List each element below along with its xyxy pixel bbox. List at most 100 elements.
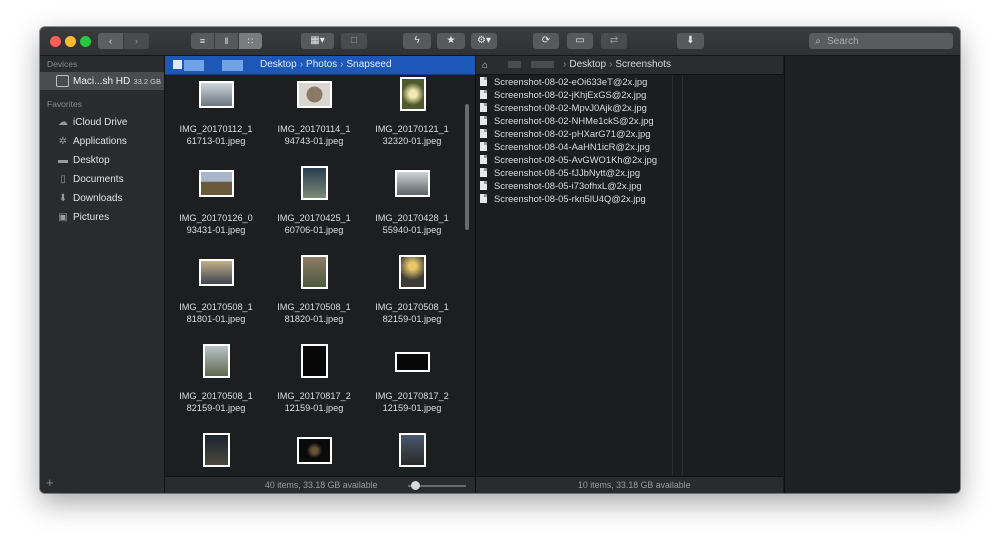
- favorite-star-icon: ★: [446, 35, 456, 46]
- file-name: IMG_20170817_2 12159-01.jpeg: [375, 391, 449, 413]
- breadcrumb-item[interactable]: Desktop: [569, 59, 606, 70]
- sidebar-item-documents[interactable]: ▯ Documents: [56, 171, 124, 187]
- list-item[interactable]: Screenshot-08-02-MpvJ0Ajk@2x.jpg: [480, 101, 647, 114]
- column-divider[interactable]: [682, 75, 683, 475]
- sidebar-item-desktop[interactable]: ▬ Desktop: [56, 152, 110, 168]
- file-item[interactable]: IMG_20170121_1 32320-01.jpeg: [363, 75, 461, 164]
- status-text: 40 items, 33.18 GB available: [265, 480, 378, 490]
- file-name: Screenshot-08-02-pHXarG71@2x.jpg: [494, 128, 651, 139]
- search-field[interactable]: ⌕: [809, 33, 953, 49]
- favorite-button[interactable]: ★: [437, 33, 465, 49]
- right-pane: ⌂ › Desktop › Screenshots Screenshot-08-02-…: [476, 56, 783, 493]
- quick-action-icon: ϟ: [414, 35, 420, 46]
- file-item[interactable]: [167, 431, 265, 476]
- file-item[interactable]: IMG_20170817_2 12159-01.jpeg: [265, 342, 363, 431]
- finder-window: ‹ › ≡ ‖ ∷ ▦▾ □ ϟ ★ ⚙▾ ⟳ ▭ ⇄ ⬇ ⌕ Devices …: [40, 27, 960, 493]
- chevron-right-icon: ›: [135, 36, 138, 46]
- document-icon: ▯: [60, 173, 66, 185]
- left-pane: Desktop › Photos › Snapseed IMG_20170112_1 61…: [165, 56, 475, 493]
- file-item[interactable]: IMG_20170126_0 93431-01.jpeg: [167, 164, 265, 253]
- sidebar-item-downloads[interactable]: ⬇ Downloads: [56, 190, 123, 206]
- add-button[interactable]: +: [46, 475, 54, 490]
- list-item[interactable]: Screenshot-08-02-pHXarG71@2x.jpg: [480, 127, 650, 140]
- sidebar-item-label: iCloud Drive: [73, 116, 128, 128]
- back-button[interactable]: ‹: [98, 33, 124, 49]
- file-name: Screenshot-08-05-fJJbNytt@2x.jpg: [494, 167, 641, 178]
- icon-size-slider-knob[interactable]: [411, 481, 420, 490]
- breadcrumb-item[interactable]: Snapseed: [347, 59, 392, 70]
- sidebar-item-applications[interactable]: ✲ Applications: [56, 133, 127, 149]
- column-divider[interactable]: [672, 75, 673, 475]
- file-item[interactable]: IMG_20170508_1 82159-01.jpeg: [363, 253, 461, 342]
- get-info-button[interactable]: □: [341, 33, 367, 49]
- file-item[interactable]: IMG_20170817_2 12159-01.jpeg: [363, 342, 461, 431]
- column-view-button[interactable]: ‖: [215, 33, 239, 49]
- list-view-button[interactable]: ≡: [191, 33, 215, 49]
- document-icon: [480, 116, 487, 125]
- file-item[interactable]: IMG_20170428_1 55940-01.jpeg: [363, 164, 461, 253]
- file-item[interactable]: IMG_20170425_1 60706-01.jpeg: [265, 164, 363, 253]
- breadcrumb-item[interactable]: Photos: [306, 59, 337, 70]
- redacted-path-segment: [508, 61, 521, 68]
- download-icon: ⬇: [58, 192, 68, 204]
- sidebar-device-macintosh-hd[interactable]: Maci...sh HD 33.2 GB: [40, 72, 164, 90]
- icon-view-button[interactable]: ∷: [239, 33, 262, 49]
- file-item[interactable]: [363, 431, 461, 476]
- zoom-button[interactable]: [80, 36, 91, 47]
- list-item[interactable]: Screenshot-08-05-fJJbNytt@2x.jpg: [480, 166, 640, 179]
- file-name: Screenshot-08-02-NHMe1ckS@2x.jpg: [494, 115, 654, 126]
- vertical-scrollbar[interactable]: [465, 104, 469, 230]
- sidebar-item-label: Applications: [73, 135, 127, 147]
- devices-heading: Devices: [47, 59, 78, 69]
- sidebar-item-label: Documents: [73, 173, 124, 185]
- list-item[interactable]: Screenshot-08-05-rkn5lU4Q@2x.jpg: [480, 192, 646, 205]
- status-text: 10 items, 33.18 GB available: [578, 480, 691, 490]
- file-name: Screenshot-08-02-MpvJ0Ajk@2x.jpg: [494, 102, 647, 113]
- compare-button[interactable]: ⇄: [601, 33, 627, 49]
- file-item[interactable]: IMG_20170114_1 94743-01.jpeg: [265, 75, 363, 164]
- file-name: IMG_20170112_1 61713-01.jpeg: [179, 124, 253, 146]
- history-nav: ‹ ›: [98, 33, 149, 49]
- file-item[interactable]: IMG_20170508_1 81820-01.jpeg: [265, 253, 363, 342]
- sidebar: Devices Maci...sh HD 33.2 GB Favorites ☁…: [40, 56, 165, 493]
- refresh-button[interactable]: ⟳: [533, 33, 559, 49]
- list-item[interactable]: Screenshot-08-05-AvGWO1Kh@2x.jpg: [480, 153, 657, 166]
- list-item[interactable]: Screenshot-08-02-jKhjExGS@2x.jpg: [480, 88, 646, 101]
- close-button[interactable]: [50, 36, 61, 47]
- device-name: Maci...sh HD: [73, 75, 131, 87]
- list-item[interactable]: Screenshot-08-04-AaHN1icR@2x.jpg: [480, 140, 650, 153]
- terminal-button[interactable]: ▭: [567, 33, 593, 49]
- hard-drive-icon: [56, 75, 69, 87]
- list-item[interactable]: Screenshot-08-02-eOi633eT@2x.jpg: [480, 75, 647, 88]
- breadcrumb-item[interactable]: Desktop: [260, 59, 297, 70]
- file-item[interactable]: IMG_20170112_1 61713-01.jpeg: [167, 75, 265, 164]
- document-icon: [480, 129, 487, 138]
- arrange-button[interactable]: ▦▾: [301, 33, 334, 49]
- document-icon: [480, 90, 487, 99]
- forward-button[interactable]: ›: [124, 33, 149, 49]
- icon-view-icon: ∷: [247, 36, 254, 46]
- file-name: IMG_20170121_1 32320-01.jpeg: [375, 124, 449, 146]
- search-input[interactable]: [827, 35, 945, 47]
- action-menu-button[interactable]: ⚙▾: [471, 33, 497, 49]
- arrange-icon: ▦▾: [310, 35, 325, 46]
- quick-action-button[interactable]: ϟ: [403, 33, 431, 49]
- minimize-button[interactable]: [65, 36, 76, 47]
- search-icon: ⌕: [815, 35, 821, 47]
- file-item[interactable]: IMG_20170508_1 81801-01.jpeg: [167, 253, 265, 342]
- download-button[interactable]: ⬇: [677, 33, 704, 49]
- list-item[interactable]: Screenshot-08-02-NHMe1ckS@2x.jpg: [480, 114, 654, 127]
- toolbar: ‹ › ≡ ‖ ∷ ▦▾ □ ϟ ★ ⚙▾ ⟳ ▭ ⇄ ⬇ ⌕: [40, 27, 960, 56]
- sidebar-item-pictures[interactable]: ▣ Pictures: [56, 209, 109, 225]
- sidebar-item-icloud-drive[interactable]: ☁ iCloud Drive: [56, 114, 127, 130]
- file-item[interactable]: IMG_20170508_1 82159-01.jpeg: [167, 342, 265, 431]
- breadcrumb-item[interactable]: Screenshots: [615, 59, 671, 70]
- terminal-icon: ▭: [575, 35, 585, 46]
- redacted-path-segment: [222, 60, 243, 71]
- file-name: IMG_20170508_1 82159-01.jpeg: [375, 302, 449, 324]
- file-thumbnail: [199, 170, 234, 197]
- file-name: Screenshot-08-05-i73ofhxL@2x.jpg: [494, 180, 642, 191]
- document-icon: [480, 77, 487, 86]
- file-item[interactable]: [265, 431, 363, 476]
- list-item[interactable]: Screenshot-08-05-i73ofhxL@2x.jpg: [480, 179, 642, 192]
